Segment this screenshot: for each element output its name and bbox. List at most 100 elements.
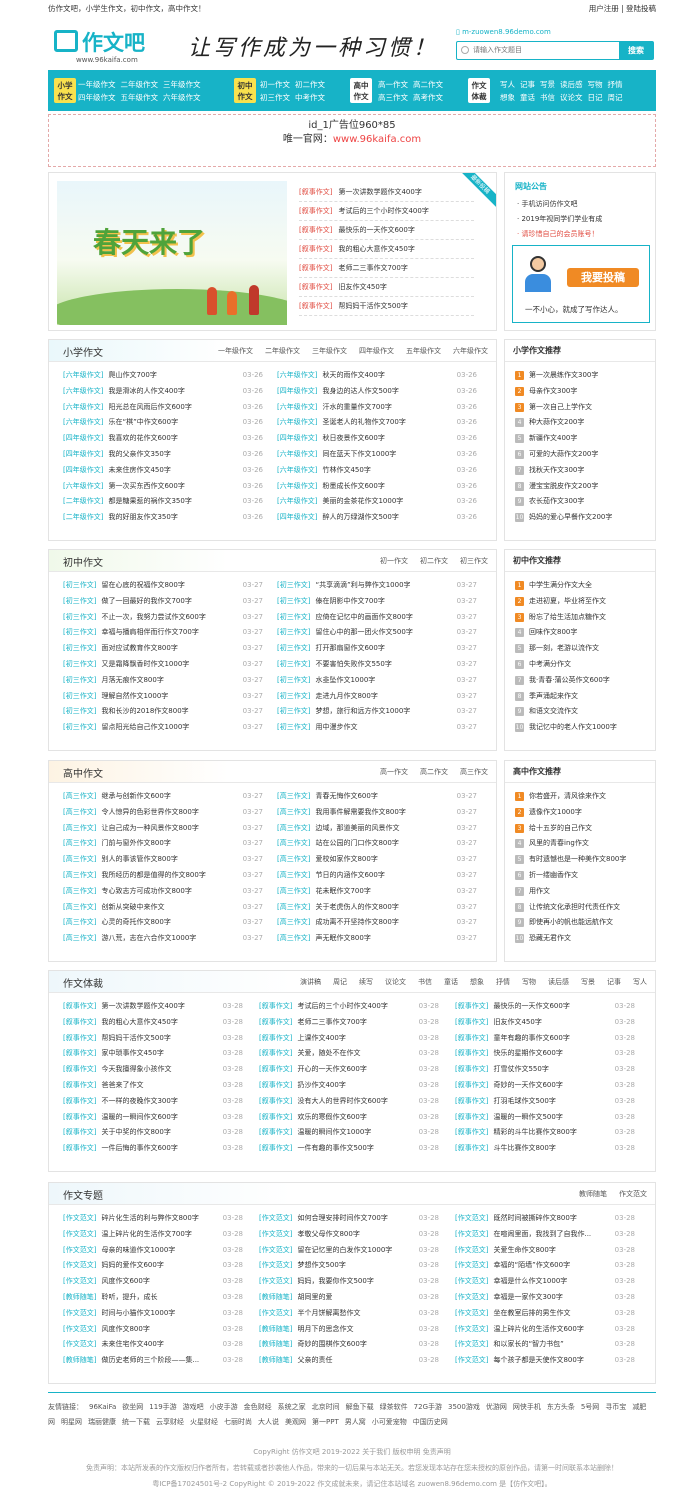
- article-row[interactable]: [初三作文] “共享滴滴”利与弊作文1000字 03-27: [277, 578, 477, 594]
- article-title[interactable]: 未来住宅作文400字: [101, 1340, 163, 1348]
- article-category[interactable]: [高三作文]: [277, 824, 310, 832]
- article-category[interactable]: [四年级作文]: [277, 434, 317, 442]
- article-title[interactable]: 我是滑冰的人作文400字: [108, 387, 184, 395]
- article-row[interactable]: [作文范文] 梦想作文500字 03-28: [259, 1258, 439, 1274]
- article-category[interactable]: [作文范文]: [259, 1309, 292, 1317]
- article-row[interactable]: [高三作文] 专心致志方可成功作文800字 03-27: [63, 884, 263, 900]
- latest-item[interactable]: [叙事作文] 考试后的三个小时作文400字: [299, 202, 474, 221]
- article-category[interactable]: [初三作文]: [63, 644, 96, 652]
- article-row[interactable]: [初三作文] 面对应试教育作文800字 03-27: [63, 641, 263, 657]
- article-row[interactable]: [初三作文] 留点阳光给自己作文1000字 03-27: [63, 720, 263, 736]
- article-row[interactable]: [初三作文] 月落无痕作文800字 03-27: [63, 673, 263, 689]
- article-title[interactable]: 温上碎片化的生活作文700字: [101, 1230, 191, 1238]
- recommend-item[interactable]: 6 折一缕幽香作文: [515, 868, 626, 884]
- article-title[interactable]: 在喧闹里面，我找到了自我作...: [493, 1230, 591, 1238]
- nav-link[interactable]: 二年级作文: [121, 78, 159, 91]
- article-row[interactable]: [高三作文] 青春无悔作文600字 03-27: [277, 789, 477, 805]
- search-button[interactable]: 搜索: [619, 42, 653, 59]
- recommend-item-title[interactable]: 盼忘了给生活加点糖作文: [529, 613, 606, 621]
- article-title[interactable]: 幸福是一家作文300字: [493, 1293, 562, 1301]
- article-category[interactable]: [作文范文]: [63, 1325, 96, 1333]
- article-category[interactable]: [叙事作文]: [259, 1113, 292, 1121]
- article-title[interactable]: 今天我擅得象小孩作文: [101, 1065, 171, 1073]
- article-row[interactable]: [叙事作文] 温暖的一瞬间作文600字 03-28: [63, 1110, 243, 1126]
- article-category[interactable]: [初三作文]: [63, 613, 96, 621]
- friend-link[interactable]: 优游网: [486, 1403, 507, 1411]
- topic-section-title[interactable]: 作文专题: [63, 1187, 103, 1202]
- article-category[interactable]: [作文范文]: [259, 1277, 292, 1285]
- tab-primary[interactable]: 六年级作文: [453, 347, 488, 355]
- latest-item-category[interactable]: [叙事作文]: [299, 188, 332, 196]
- article-row[interactable]: [叙事作文] 家中琐事作文450字 03-28: [63, 1046, 243, 1062]
- recommend-item[interactable]: 8 漫宝宝脱皮作文200字: [515, 479, 612, 495]
- article-row[interactable]: [叙事作文] 打雪仗作文550字 03-28: [455, 1062, 635, 1078]
- notice-item[interactable]: · 手机访问仿作文吧: [517, 197, 602, 212]
- article-row[interactable]: [六年级作文] 我是滑冰的人作文400字 03-26: [63, 384, 263, 400]
- article-category[interactable]: [高三作文]: [277, 792, 310, 800]
- latest-item-title[interactable]: 考试后的三个小时作文400字: [338, 207, 428, 215]
- article-row[interactable]: [六年级作文] 爬山作文700字 03-26: [63, 368, 263, 384]
- friend-link[interactable]: 明星网: [61, 1418, 82, 1426]
- article-title[interactable]: 竹林作文450字: [322, 466, 370, 474]
- article-category[interactable]: [叙事作文]: [63, 1065, 96, 1073]
- latest-item-category[interactable]: [叙事作文]: [299, 226, 332, 234]
- article-title[interactable]: 关爱，随处不在作文: [297, 1049, 360, 1057]
- article-category[interactable]: [叙事作文]: [259, 1002, 292, 1010]
- article-row[interactable]: [作文范文] 时间与小猫作文1000字 03-28: [63, 1306, 243, 1322]
- article-title[interactable]: 同在蓝天下作文1000字: [322, 450, 396, 458]
- article-row[interactable]: [作文范文] 幸福是什么作文1000字 03-28: [455, 1274, 635, 1290]
- article-category[interactable]: [高三作文]: [277, 871, 310, 879]
- article-title[interactable]: 站在公园的门口作文800字: [315, 839, 398, 847]
- article-title[interactable]: 门前与窗外作文800字: [101, 839, 170, 847]
- recommend-item[interactable]: 7 用作文: [515, 884, 626, 900]
- nav-link[interactable]: 议论文: [560, 91, 583, 104]
- article-row[interactable]: [高三作文] 节日的内涵作文600字 03-27: [277, 868, 477, 884]
- friend-link[interactable]: 云享财经: [156, 1418, 184, 1426]
- article-row[interactable]: [教师随笔] 做历史老师的三个阶段——集... 03-28: [63, 1353, 243, 1369]
- friend-link[interactable]: 七丽时尚: [224, 1418, 252, 1426]
- article-row[interactable]: [四年级作文] 我的父亲作文350字 03-26: [63, 447, 263, 463]
- article-title[interactable]: 美丽的金茶花作文1000字: [322, 497, 403, 505]
- primary-section-title[interactable]: 小学作文: [63, 344, 103, 359]
- article-title[interactable]: 爸爸来了作文: [101, 1081, 143, 1089]
- article-category[interactable]: [叙事作文]: [63, 1034, 96, 1042]
- article-title[interactable]: 妈妈，我要你作文500字: [297, 1277, 373, 1285]
- article-category[interactable]: [高三作文]: [63, 903, 96, 911]
- article-category[interactable]: [高三作文]: [277, 839, 310, 847]
- article-row[interactable]: [叙事作文] 温暖的瞬间作文1000字 03-28: [259, 1125, 439, 1141]
- article-title[interactable]: 心灵的奇托作文800字: [101, 918, 170, 926]
- article-row[interactable]: [六年级作文] 第一次买东西作文600字 03-26: [63, 479, 263, 495]
- article-row[interactable]: [高三作文] 门前与窗外作文800字 03-27: [63, 836, 263, 852]
- article-row[interactable]: [叙事作文] 童年有趣的事作文600字 03-28: [455, 1031, 635, 1047]
- article-row[interactable]: [初三作文] 我和长沙的2018作文800字 03-27: [63, 704, 263, 720]
- recommend-item[interactable]: 1 第一次晨练作文300字: [515, 368, 612, 384]
- ad-banner[interactable]: id_1广告位960*85 唯一官网：www.96kaifa.com: [48, 114, 656, 167]
- article-row[interactable]: [教师随笔] 胡同里的爱 03-28: [259, 1290, 439, 1306]
- article-category[interactable]: [高三作文]: [63, 871, 96, 879]
- article-title[interactable]: 节日的内涵作文600字: [315, 871, 384, 879]
- article-title[interactable]: 第一次买东西作文600字: [108, 482, 184, 490]
- article-category[interactable]: [初三作文]: [63, 628, 96, 636]
- article-title[interactable]: 专心致志方可成功作文800字: [101, 887, 191, 895]
- nav-link[interactable]: 高三作文: [378, 91, 408, 104]
- article-row[interactable]: [叙事作文] 斗牛比赛作文800字 03-28: [455, 1141, 635, 1157]
- recommend-item[interactable]: 1 中学生满分作文大全: [515, 578, 617, 594]
- article-category[interactable]: [作文范文]: [455, 1340, 488, 1348]
- article-row[interactable]: [叙事作文] 爸爸来了作文 03-28: [63, 1078, 243, 1094]
- article-category[interactable]: [高三作文]: [277, 934, 310, 942]
- middle-section-title[interactable]: 初中作文: [63, 554, 103, 569]
- article-row[interactable]: [教师随笔] 明月下的思念作文 03-28: [259, 1322, 439, 1338]
- article-row[interactable]: [作文范文] 孝敬父母作文800字 03-28: [259, 1227, 439, 1243]
- recommend-item-title[interactable]: 即使再小的帆也能远航作文: [529, 918, 613, 926]
- article-title[interactable]: 面对应试教育作文800字: [101, 644, 177, 652]
- recommend-item[interactable]: 9 即使再小的帆也能远航作文: [515, 915, 626, 931]
- article-row[interactable]: [初三作文] 走进九月作文800字 03-27: [277, 689, 477, 705]
- recommend-item-title[interactable]: 给十五岁的自己作文: [529, 824, 592, 832]
- article-category[interactable]: [初三作文]: [277, 723, 310, 731]
- recommend-item-title[interactable]: 母亲作文300字: [529, 387, 577, 395]
- latest-item-title[interactable]: 最快乐的一天作文600字: [338, 226, 414, 234]
- friend-link[interactable]: 96KaiFa: [89, 1403, 116, 1411]
- genre-section-title[interactable]: 作文体裁: [63, 975, 103, 990]
- recommend-item[interactable]: 10 恐藏无君作文: [515, 931, 626, 947]
- article-category[interactable]: [四年级作文]: [277, 387, 317, 395]
